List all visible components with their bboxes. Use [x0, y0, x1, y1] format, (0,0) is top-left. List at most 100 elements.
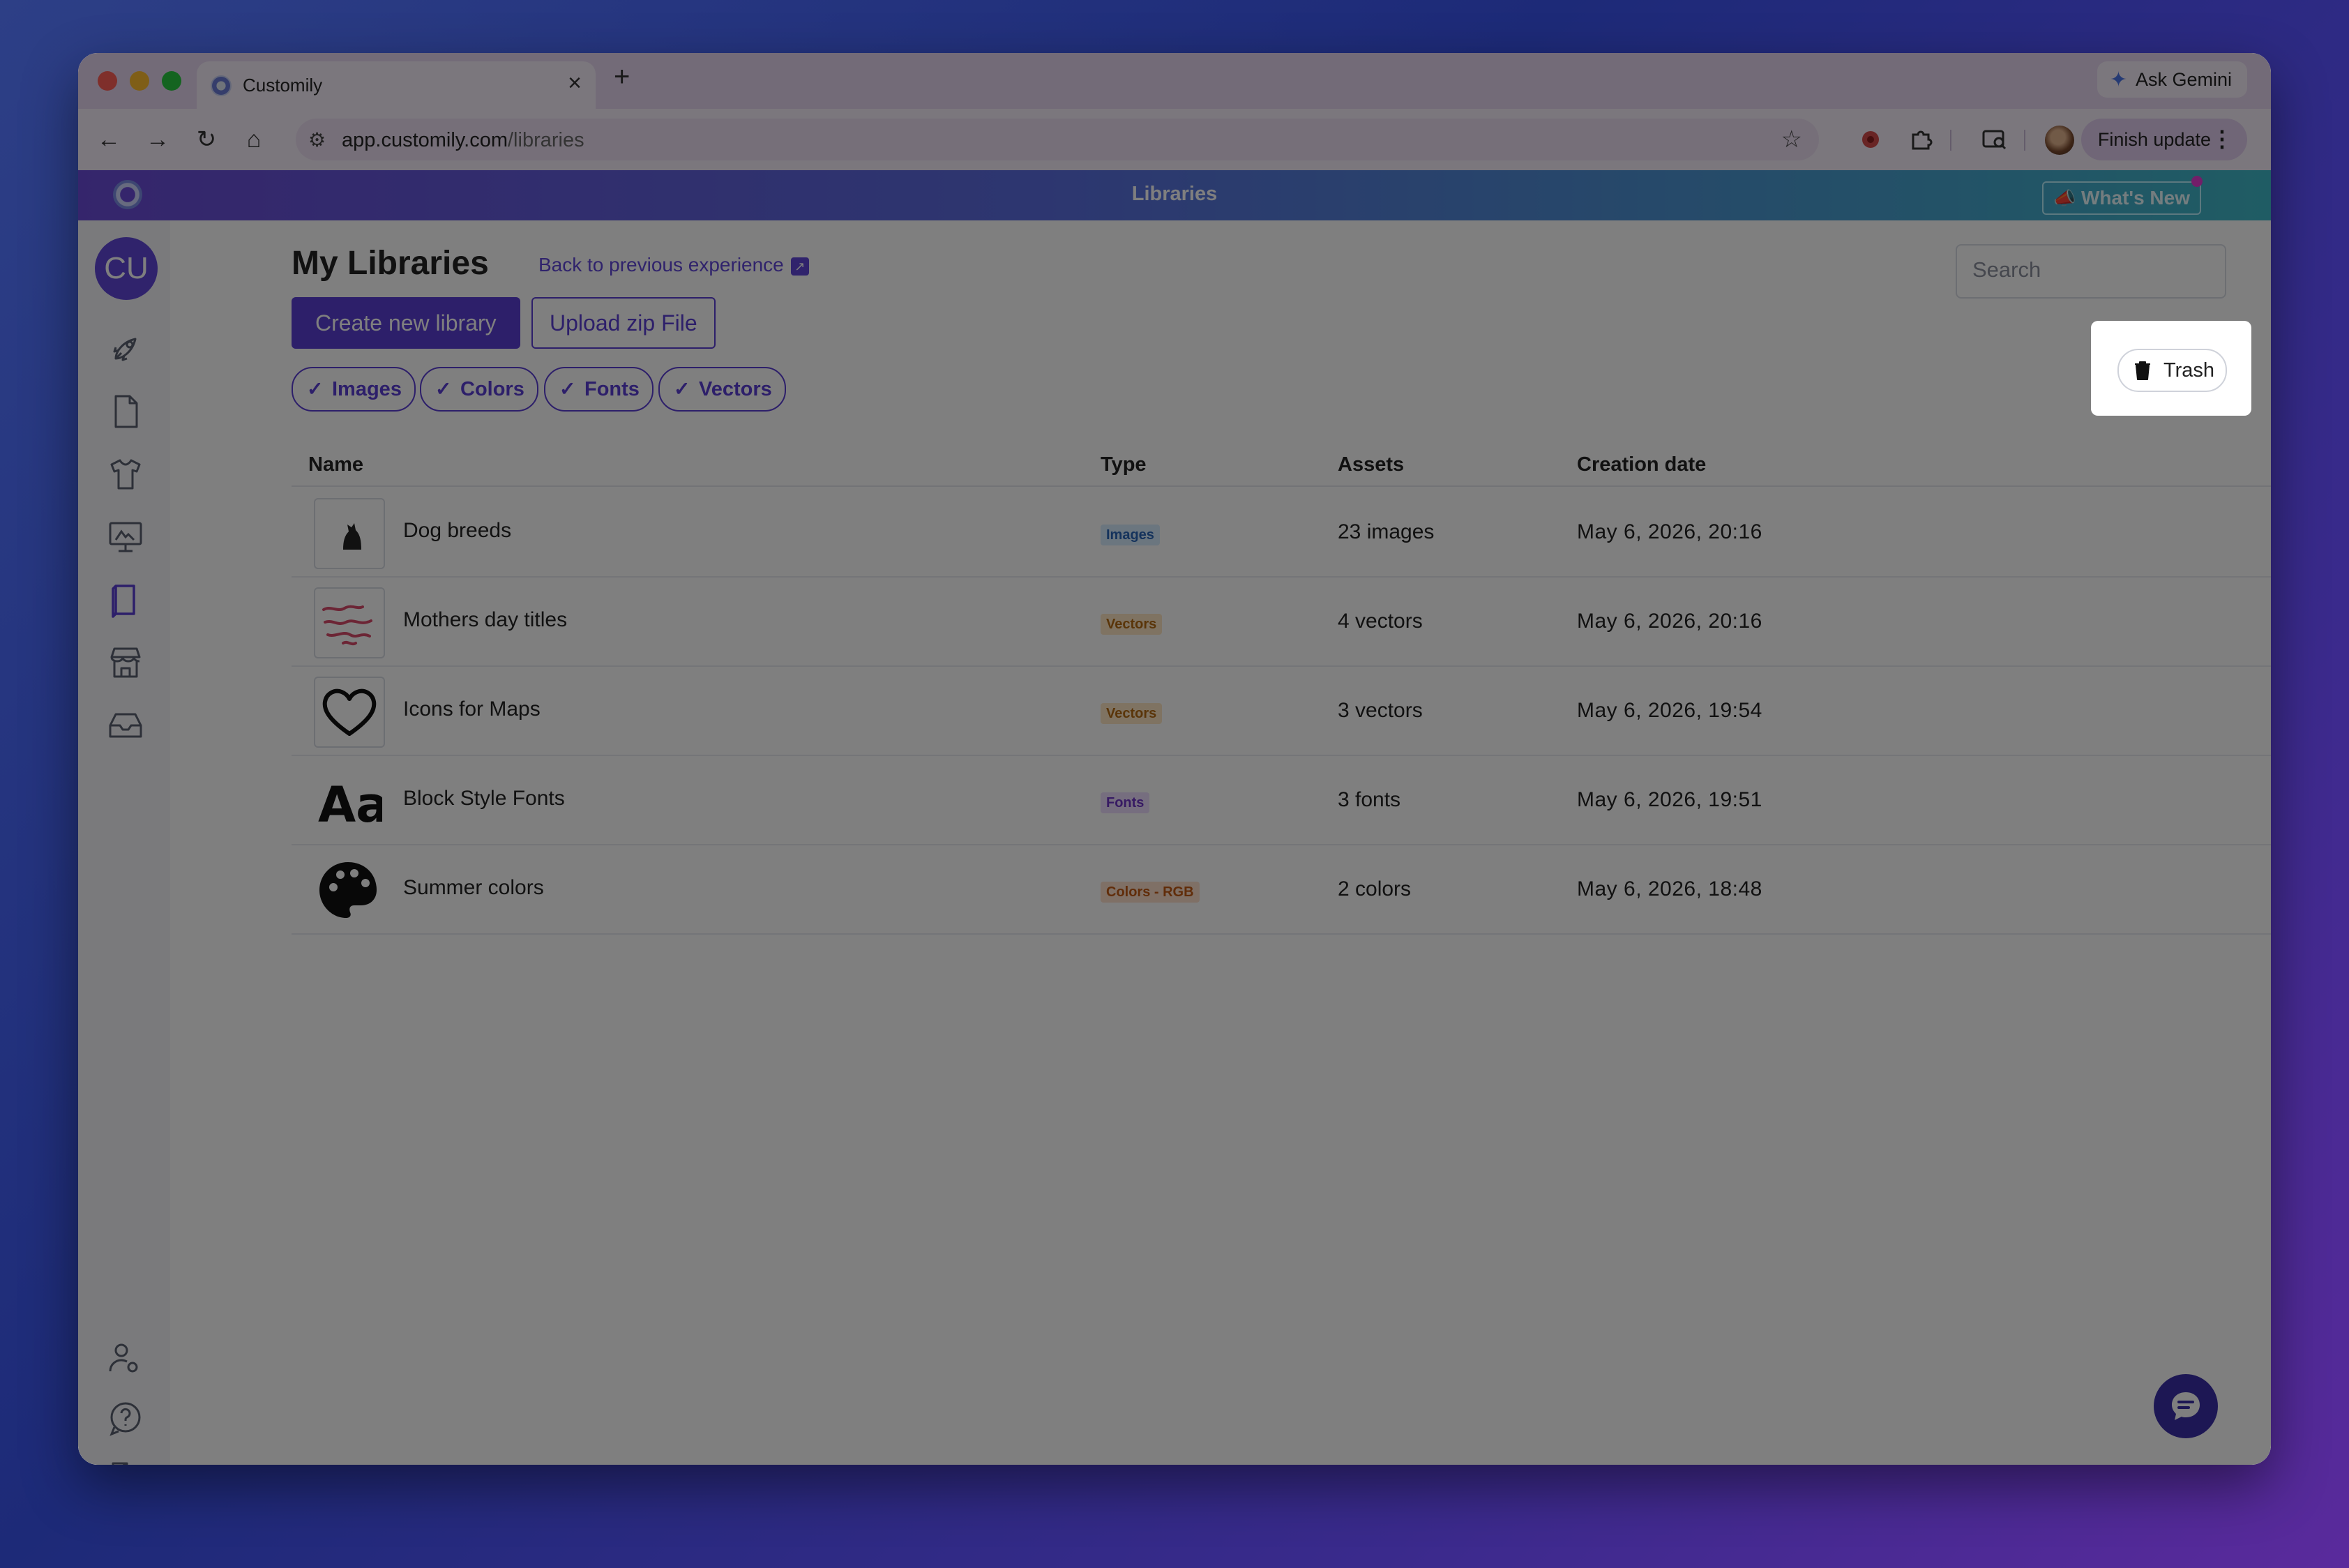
new-tab-button[interactable]: + [614, 63, 630, 91]
creation-date: May 6, 2026, 18:48 [1577, 877, 1762, 900]
creation-date: May 6, 2026, 19:51 [1577, 788, 1762, 811]
creation-date: May 6, 2026, 20:16 [1577, 610, 1762, 633]
url-path: /libraries [508, 129, 584, 151]
filter-chip-images[interactable]: ✓ Images [292, 367, 416, 412]
palette-icon [314, 855, 382, 924]
asset-count: 23 images [1338, 520, 1435, 543]
filter-chip-colors[interactable]: ✓ Colors [420, 367, 538, 412]
back-to-previous-link[interactable]: Back to previous experience ↗ [538, 254, 809, 276]
table-row[interactable]: Dog breeds Images 23 images May 6, 2026,… [292, 487, 2271, 578]
back-arrow-icon[interactable]: ← [92, 123, 126, 156]
library-name: Block Style Fonts [403, 787, 565, 810]
tab-strip: Customily × + ✦ Ask Gemini [78, 53, 2271, 109]
heart-icon [314, 677, 385, 748]
url-domain: app.customily.com [342, 129, 508, 151]
table-row[interactable]: Icons for Maps Vectors 3 vectors May 6, … [292, 665, 2271, 756]
page-title: My Libraries [292, 245, 489, 282]
url-text[interactable]: app.customily.com/libraries [342, 129, 584, 152]
trash-icon [2135, 361, 2150, 380]
minimize-window-button[interactable] [130, 71, 149, 91]
whats-new-label: What's New [2080, 187, 2190, 209]
bookmark-star-icon[interactable]: ☆ [1781, 126, 1802, 153]
rocket-icon[interactable] [106, 329, 145, 368]
upload-zip-button[interactable]: Upload zip File [531, 297, 716, 349]
ask-gemini-button[interactable]: ✦ Ask Gemini [2097, 61, 2247, 98]
profile-avatar[interactable] [2045, 126, 2074, 155]
check-icon: ✓ [674, 378, 690, 400]
browser-window: Customily × + ✦ Ask Gemini ← → ↻ ⌂ ⚙ app… [78, 53, 2271, 1465]
user-avatar[interactable]: CU [95, 237, 158, 300]
document-icon[interactable] [106, 392, 145, 431]
inbox-icon[interactable] [106, 706, 145, 745]
filter-label: Fonts [584, 378, 640, 400]
whats-new-button[interactable]: 📣 What's New [2041, 176, 2203, 215]
library-name: Dog breeds [403, 519, 512, 542]
type-badge: Fonts [1101, 792, 1150, 813]
type-badge: Vectors [1101, 614, 1163, 635]
extension-record-icon[interactable] [1855, 124, 1886, 155]
header-title: Libraries [1131, 183, 1218, 205]
filter-label: Vectors [699, 378, 772, 400]
font-aa-icon: Aa [314, 766, 382, 834]
asset-count: 2 colors [1338, 877, 1412, 900]
tab-title: Customily [243, 75, 323, 96]
trash-button[interactable]: Trash [2117, 349, 2228, 392]
notification-dot [2191, 176, 2203, 187]
back-link-label: Back to previous experience [538, 254, 784, 276]
tab-search-icon[interactable] [1979, 124, 2010, 155]
sidebar: CU [78, 220, 170, 1465]
library-book-icon[interactable] [106, 580, 145, 619]
search-input[interactable] [1957, 246, 2225, 294]
monitor-icon[interactable] [106, 518, 145, 557]
home-icon[interactable]: ⌂ [237, 123, 271, 156]
help-icon[interactable] [106, 1399, 145, 1438]
type-badge: Colors - RGB [1101, 882, 1200, 903]
type-badge: Images [1101, 525, 1160, 545]
customily-favicon-icon [211, 75, 232, 96]
store-icon[interactable] [106, 643, 145, 682]
table-row[interactable]: Mothers day titles Vectors 4 vectors May… [292, 576, 2271, 667]
external-link-icon: ↗ [790, 257, 809, 276]
column-type[interactable]: Type [1101, 453, 1147, 476]
app-header: Libraries 📣 What's New [78, 170, 2271, 220]
logout-icon[interactable] [106, 1459, 145, 1465]
tshirt-icon[interactable] [106, 455, 145, 494]
gemini-sparkle-icon: ✦ [2109, 68, 2127, 91]
close-window-button[interactable] [98, 71, 117, 91]
finish-update-button[interactable]: Finish update ⋮ [2080, 119, 2247, 160]
table-row[interactable]: Aa Block Style Fonts Fonts 3 fonts May 6… [292, 755, 2271, 845]
table-row[interactable]: Summer colors Colors - RGB 2 colors May … [292, 844, 2271, 935]
toolbar-divider [1950, 130, 1951, 151]
mothers-day-lettering-thumbnail [314, 587, 385, 658]
search-field[interactable] [1956, 244, 2226, 299]
column-name[interactable]: Name [308, 453, 363, 476]
reload-icon[interactable]: ↻ [190, 123, 223, 156]
check-icon: ✓ [307, 378, 324, 400]
library-name: Mothers day titles [403, 608, 568, 631]
asset-count: 4 vectors [1338, 610, 1423, 633]
column-assets[interactable]: Assets [1338, 453, 1404, 476]
finish-update-label: Finish update [2097, 128, 2211, 150]
browser-tab-customily[interactable]: Customily × [197, 61, 596, 109]
close-tab-icon[interactable]: × [568, 71, 582, 95]
asset-count: 3 vectors [1338, 699, 1423, 722]
site-settings-icon[interactable]: ⚙ [308, 128, 326, 151]
chat-widget-button[interactable] [2154, 1374, 2218, 1438]
toolbar-divider [2024, 130, 2025, 151]
type-badge: Vectors [1101, 703, 1163, 724]
address-bar[interactable]: ⚙ app.customily.com/libraries ☆ [296, 119, 1819, 160]
megaphone-icon: 📣 [2053, 188, 2076, 209]
filter-chip-vectors[interactable]: ✓ Vectors [658, 367, 786, 412]
dog-silhouette-icon [314, 498, 385, 569]
library-name: Summer colors [403, 876, 544, 899]
extensions-puzzle-icon[interactable] [1905, 124, 1936, 155]
create-new-library-button[interactable]: Create new library [292, 297, 520, 349]
ask-gemini-label: Ask Gemini [2135, 68, 2232, 90]
filter-chip-fonts[interactable]: ✓ Fonts [544, 367, 654, 412]
account-settings-icon[interactable] [106, 1339, 145, 1378]
column-creation-date[interactable]: Creation date [1577, 453, 1706, 476]
more-options-icon[interactable]: ⋮ [2211, 126, 2233, 152]
forward-arrow-icon[interactable]: → [141, 123, 174, 156]
creation-date: May 6, 2026, 20:16 [1577, 520, 1762, 543]
maximize-window-button[interactable] [162, 71, 181, 91]
